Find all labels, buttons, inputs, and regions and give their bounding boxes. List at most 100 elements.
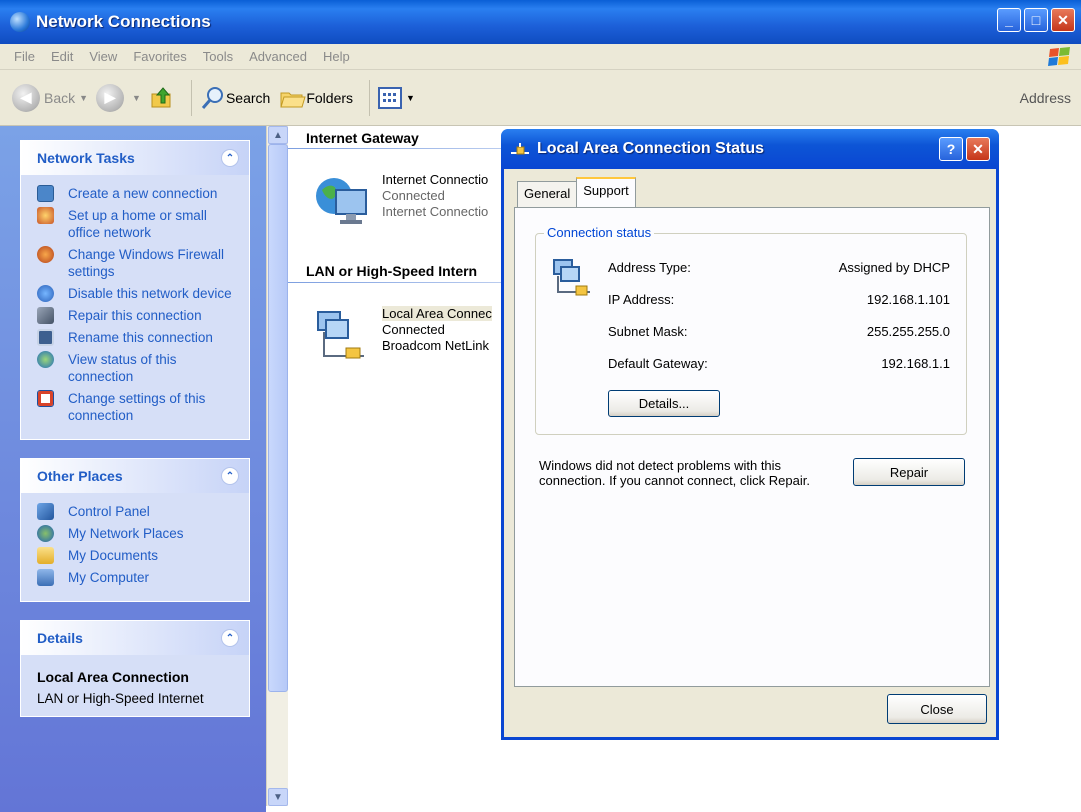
chevron-down-icon: ▼ xyxy=(132,92,141,103)
other-places-panel: Other Places ⌃ Control Panel My Network … xyxy=(20,458,250,602)
diagnosis-message: Windows did not detect problems with thi… xyxy=(539,458,810,488)
views-icon xyxy=(378,86,403,109)
address-type-value: Assigned by DHCP xyxy=(838,260,950,275)
up-folder-button[interactable] xyxy=(149,85,175,111)
task-firewall[interactable]: Change Windows Firewall settings xyxy=(37,246,241,280)
task-create-connection[interactable]: Create a new connection xyxy=(37,185,241,202)
scroll-up-icon[interactable]: ▲ xyxy=(268,126,288,144)
gateway-name: Internet Connectio xyxy=(382,172,489,187)
lan-status: Connected xyxy=(382,322,445,337)
chevron-down-icon: ▼ xyxy=(406,92,415,103)
lan-adapter: Broadcom NetLink xyxy=(382,338,489,353)
menu-edit[interactable]: Edit xyxy=(51,49,73,64)
close-window-button[interactable]: ✕ xyxy=(1051,8,1075,32)
field-address-type: Address Type: Assigned by DHCP xyxy=(608,260,950,275)
place-my-computer[interactable]: My Computer xyxy=(37,569,241,586)
network-places-icon xyxy=(37,525,54,542)
disable-icon xyxy=(37,285,54,302)
toolbar: ◀ Back ▼ ▶ ▼ Search Folders ▼ Address xyxy=(0,70,1081,126)
close-button[interactable]: Close xyxy=(887,694,987,724)
lan-connection-icon xyxy=(553,259,590,296)
left-pane-scrollbar[interactable]: ▲ ▼ xyxy=(266,126,288,806)
rename-icon xyxy=(37,329,54,346)
details-header[interactable]: Details ⌃ xyxy=(21,621,249,655)
scroll-down-icon[interactable]: ▼ xyxy=(268,788,288,806)
menu-file[interactable]: File xyxy=(14,49,35,64)
documents-icon xyxy=(37,547,54,564)
network-tasks-panel: Network Tasks ⌃ Create a new connection … xyxy=(20,140,250,440)
scrollbar-thumb[interactable] xyxy=(268,144,288,692)
internet-connection-icon xyxy=(316,178,367,224)
menu-help[interactable]: Help xyxy=(323,49,350,64)
task-disable-device[interactable]: Disable this network device xyxy=(37,285,241,302)
details-panel: Details ⌃ Local Area Connection LAN or H… xyxy=(20,620,250,717)
dialog-tabs: General Support xyxy=(517,177,636,207)
network-connections-icon xyxy=(10,12,30,32)
repair-button[interactable]: Repair xyxy=(853,458,965,486)
task-home-network[interactable]: Set up a home or small office network xyxy=(37,207,241,241)
menu-advanced[interactable]: Advanced xyxy=(249,49,307,64)
maximize-button[interactable]: □ xyxy=(1024,8,1048,32)
close-dialog-button[interactable]: ✕ xyxy=(966,137,990,161)
search-icon xyxy=(201,86,223,109)
ip-address-value: 192.168.1.101 xyxy=(866,292,950,307)
gateway-status: Connected xyxy=(382,188,445,203)
lan-connection-item[interactable]: Local Area Connec Connected Broadcom Net… xyxy=(312,306,492,366)
address-label: Address xyxy=(1019,90,1071,106)
forward-arrow-icon: ▶ xyxy=(96,83,125,112)
menu-tools[interactable]: Tools xyxy=(203,49,233,64)
toolbar-separator xyxy=(190,79,192,116)
gateway-type: Internet Connectio xyxy=(382,204,489,219)
place-network-places[interactable]: My Network Places xyxy=(37,525,241,542)
folders-button[interactable]: Folders xyxy=(278,85,353,111)
repair-icon xyxy=(37,307,54,324)
search-button[interactable]: Search xyxy=(200,85,270,111)
menu-bar: File Edit View Favorites Tools Advanced … xyxy=(0,44,1081,70)
control-panel-icon xyxy=(37,503,54,520)
menu-favorites[interactable]: Favorites xyxy=(133,49,186,64)
other-places-header[interactable]: Other Places ⌃ xyxy=(21,459,249,493)
collapse-icon[interactable]: ⌃ xyxy=(221,467,239,485)
dialog-title: Local Area Connection Status xyxy=(537,140,764,157)
subnet-mask-value: 255.255.255.0 xyxy=(866,324,950,339)
lan-connection-icon xyxy=(317,311,364,359)
back-arrow-icon: ◀ xyxy=(12,83,40,112)
task-rename[interactable]: Rename this connection xyxy=(37,329,241,346)
collapse-icon[interactable]: ⌃ xyxy=(221,629,239,647)
folders-icon xyxy=(280,92,307,107)
place-my-documents[interactable]: My Documents xyxy=(37,547,241,564)
minimize-button[interactable]: _ xyxy=(997,8,1021,32)
details-type: LAN or High-Speed Internet xyxy=(37,691,204,706)
task-pane: Network Tasks ⌃ Create a new connection … xyxy=(0,126,266,812)
toolbar-separator xyxy=(369,79,371,116)
forward-button[interactable]: ▶ ▼ xyxy=(96,83,141,112)
computer-icon xyxy=(37,569,54,586)
window-title: Network Connections xyxy=(36,12,211,31)
tab-support[interactable]: Support xyxy=(576,177,636,207)
details-button[interactable]: Details... xyxy=(608,390,720,417)
field-ip-address: IP Address: 192.168.1.101 xyxy=(608,292,950,307)
status-dialog: Local Area Connection Status ? ✕ General… xyxy=(501,129,999,740)
status-icon xyxy=(37,351,54,368)
task-change-settings[interactable]: Change settings of this connection xyxy=(37,390,241,424)
task-view-status[interactable]: View status of this connection xyxy=(37,351,241,385)
task-repair[interactable]: Repair this connection xyxy=(37,307,241,324)
gateway-connection-item[interactable]: Internet Connectio Connected Internet Co… xyxy=(312,172,488,232)
chevron-down-icon: ▼ xyxy=(79,92,89,103)
place-control-panel[interactable]: Control Panel xyxy=(37,503,241,520)
menu-view[interactable]: View xyxy=(89,49,117,64)
lan-name: Local Area Connec xyxy=(382,306,492,321)
details-name: Local Area Connection xyxy=(37,669,189,685)
collapse-icon[interactable]: ⌃ xyxy=(221,149,239,167)
home-network-icon xyxy=(37,207,54,224)
tab-general[interactable]: General xyxy=(517,181,578,207)
default-gateway-value: 192.168.1.1 xyxy=(881,356,950,371)
dialog-titlebar[interactable]: Local Area Connection Status ? ✕ xyxy=(501,129,999,169)
network-tasks-header[interactable]: Network Tasks ⌃ xyxy=(21,141,249,175)
help-button[interactable]: ? xyxy=(939,137,963,161)
field-default-gateway: Default Gateway: 192.168.1.1 xyxy=(608,356,950,371)
connection-status-group: Connection status Address Type: Assigned… xyxy=(535,225,967,435)
new-connection-icon xyxy=(37,185,54,202)
views-button[interactable]: ▼ xyxy=(378,86,415,109)
back-button[interactable]: ◀ Back ▼ xyxy=(12,83,89,112)
